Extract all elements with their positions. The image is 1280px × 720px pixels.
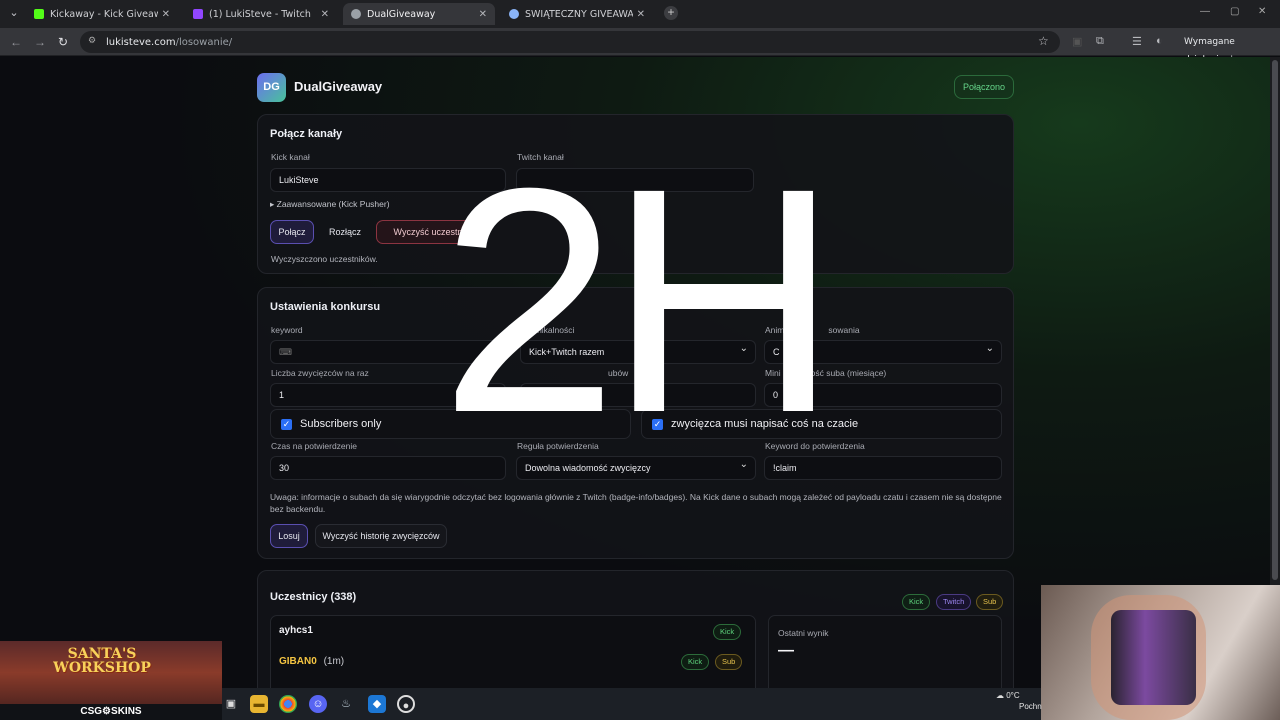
list-item[interactable]: ayhcs1	[279, 625, 313, 636]
extensions-icon[interactable]: ⧉	[1096, 35, 1104, 48]
subscribers-only-label: Subscribers only	[300, 418, 382, 430]
address-bar[interactable]: ⚙ lukisteve.com/losowanie/	[80, 31, 1060, 53]
kick-tag: Kick	[681, 654, 710, 670]
tab-kickaway[interactable]: Kickaway - Kick Giveaway Tool ✕	[26, 3, 178, 25]
disconnect-button[interactable]: Rozłącz	[320, 220, 370, 244]
reload-icon[interactable]: ↻	[58, 35, 68, 49]
promo-banner: SANTA'S WORKSHOP CSG⚙SKINS	[0, 641, 222, 720]
checkbox-checked-icon: ✓	[281, 418, 292, 430]
list-item[interactable]: GIBAN0 (1m)	[279, 656, 344, 667]
connect-card-title: Połącz kanały	[270, 128, 343, 140]
weather-temp: 0°C	[1006, 691, 1020, 700]
close-tab-icon[interactable]: ✕	[162, 9, 170, 20]
promo-title: SANTA'S WORKSHOP	[53, 646, 151, 676]
bookmark-star-icon[interactable]: ☆	[1038, 34, 1049, 48]
filter-sub-button[interactable]: Sub	[976, 594, 1004, 610]
translate-icon[interactable]: ▣	[1072, 35, 1082, 48]
keyword-label: keyword	[271, 325, 303, 335]
participant-name: ayhcs1	[279, 625, 313, 636]
connection-status-badge: Połączono	[953, 75, 1014, 99]
stream-overlay-text: 2H	[440, 121, 839, 479]
close-tab-icon[interactable]: ✕	[321, 9, 329, 20]
weather-widget[interactable]: ☁ 0°C Pochn	[996, 690, 1042, 712]
kick-channel-label: Kick kanał	[271, 152, 310, 162]
kick-tag: Kick	[713, 624, 742, 640]
close-window-icon[interactable]: ✕	[1258, 6, 1266, 17]
clear-winner-history-button[interactable]: Wyczyść historię zwycięzców	[315, 524, 447, 548]
sub-months: (1m)	[323, 656, 345, 667]
participants-list[interactable]: ayhcs1 Kick GIBAN0 (1m) Kick Sub	[270, 615, 756, 695]
filter-kick-button[interactable]: Kick	[902, 594, 931, 610]
twitch-favicon-icon	[193, 9, 203, 19]
app-header: DG DualGiveaway Połączono	[257, 73, 1014, 103]
avatar[interactable]: ◐	[1156, 35, 1163, 47]
globe-favicon-icon	[509, 9, 519, 19]
reading-list-icon[interactable]: ☰	[1132, 35, 1142, 48]
tab-twitch[interactable]: (1) LukiSteve - Twitch ✕	[185, 3, 337, 25]
back-icon[interactable]: ←	[10, 35, 22, 49]
last-result-label: Ostatni wynik	[778, 628, 829, 638]
tab-dualgiveaway[interactable]: DualGiveaway ✕	[343, 3, 495, 25]
obs-icon[interactable]: ●	[397, 695, 415, 713]
action-required-button[interactable]: Wymagane działanie ⋮	[1178, 33, 1280, 65]
tab-title: ŚWIĄTECZNY GIVEAWAY	[525, 8, 633, 20]
app-icon[interactable]: ◆	[368, 695, 386, 713]
forward-icon[interactable]: →	[34, 35, 46, 49]
app-title: DualGiveaway	[294, 79, 383, 94]
kick-favicon-icon	[34, 9, 44, 19]
url-path: /losowanie/	[175, 36, 233, 48]
close-tab-icon[interactable]: ✕	[479, 9, 487, 20]
site-info-icon[interactable]: ⚙	[88, 36, 100, 48]
confirm-time-label: Czas na potwierdzenie	[271, 441, 357, 451]
promo-brand: CSG⚙SKINS	[0, 704, 222, 720]
chrome-icon[interactable]	[279, 695, 297, 713]
animation-label-end: sowania	[828, 325, 860, 335]
last-result-value: —	[778, 642, 794, 659]
keyword-placeholder-icon: ⌨	[279, 347, 292, 357]
draw-button[interactable]: Losuj	[270, 524, 308, 548]
participant-name: GIBAN0	[279, 656, 317, 667]
task-view-icon[interactable]: ▣	[222, 695, 240, 713]
new-tab-icon[interactable]: +	[664, 6, 678, 20]
cloud-icon: ☁	[996, 691, 1004, 700]
browser-toolbar: ← → ↻ ⚙ lukisteve.com/losowanie/	[0, 28, 1280, 56]
webcam-mug	[1111, 610, 1196, 705]
globe-favicon-icon	[351, 9, 361, 19]
connect-button[interactable]: Połącz	[270, 220, 314, 244]
os-taskbar: ▣ ▬ ☺ ♨ ◆ ●	[222, 688, 1041, 720]
winners-count-label: Liczba zwycięzców na raz	[271, 368, 369, 378]
maximize-icon[interactable]: ▢	[1230, 6, 1239, 17]
settings-card-title: Ustawienia konkursu	[270, 301, 381, 313]
tab-title: (1) LukiSteve - Twitch	[209, 8, 311, 20]
folder-icon[interactable]: ▬	[250, 695, 268, 713]
connect-status-message: Wyczyszczono uczestników.	[271, 254, 378, 264]
webcam-overlay	[1041, 585, 1280, 720]
url-host: lukisteve.com	[106, 36, 176, 48]
subs-info-note: Uwaga: informacje o subach da się wiaryg…	[270, 492, 1002, 514]
app-logo: DG	[257, 73, 286, 102]
close-tab-icon[interactable]: ✕	[637, 9, 645, 20]
weather-desc: Pochn	[1019, 702, 1042, 711]
steam-icon[interactable]: ♨	[337, 695, 355, 713]
minimize-icon[interactable]: —	[1200, 6, 1210, 17]
tab-swiateczny[interactable]: ŚWIĄTECZNY GIVEAWAY ✕	[501, 3, 653, 25]
discord-icon[interactable]: ☺	[309, 695, 327, 713]
tab-title: DualGiveaway	[367, 8, 436, 20]
advanced-kick-pusher-toggle[interactable]: ▸ Zaawansowane (Kick Pusher)	[270, 199, 390, 210]
tab-title: Kickaway - Kick Giveaway Tool	[50, 8, 158, 20]
participants-title: Uczestnicy (338)	[270, 591, 357, 603]
last-result-panel: Ostatni wynik —	[768, 615, 1002, 695]
tab-search-icon[interactable]: ⌄	[6, 5, 22, 21]
tab-strip: ⌄ Kickaway - Kick Giveaway Tool ✕ (1) Lu…	[0, 0, 1280, 28]
filter-twitch-button[interactable]: Twitch	[936, 594, 972, 610]
sub-tag: Sub	[715, 654, 743, 670]
page-scrollbar-thumb[interactable]	[1272, 60, 1278, 580]
